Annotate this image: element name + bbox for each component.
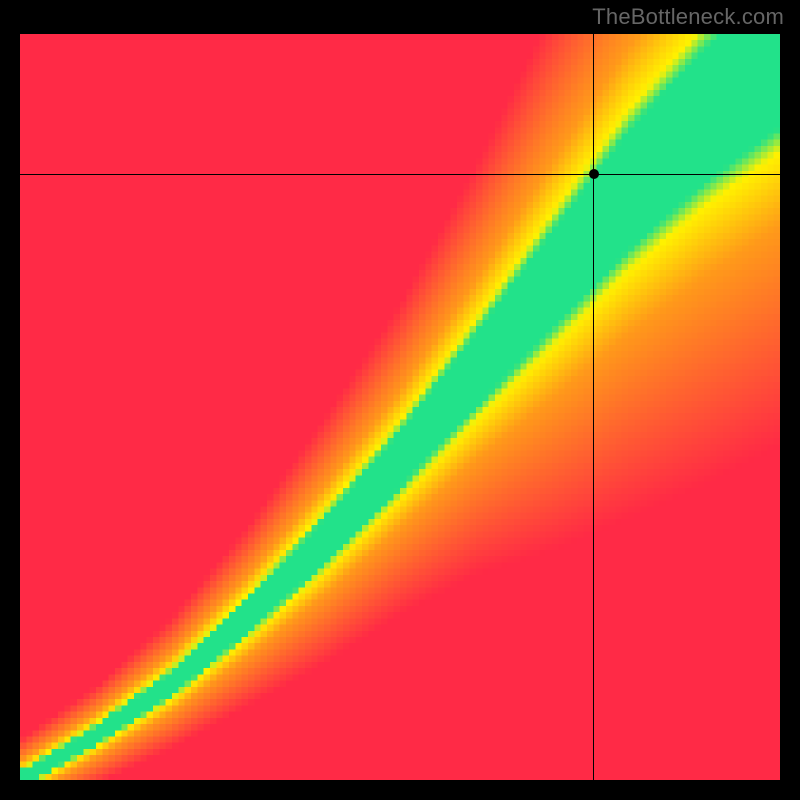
crosshair-vertical bbox=[593, 34, 594, 780]
marker-dot bbox=[589, 169, 599, 179]
crosshair-horizontal bbox=[20, 174, 780, 175]
attribution-label: TheBottleneck.com bbox=[592, 4, 784, 30]
figure: { "attribution": "TheBottleneck.com", "p… bbox=[0, 0, 800, 800]
bottleneck-heatmap bbox=[20, 34, 780, 780]
